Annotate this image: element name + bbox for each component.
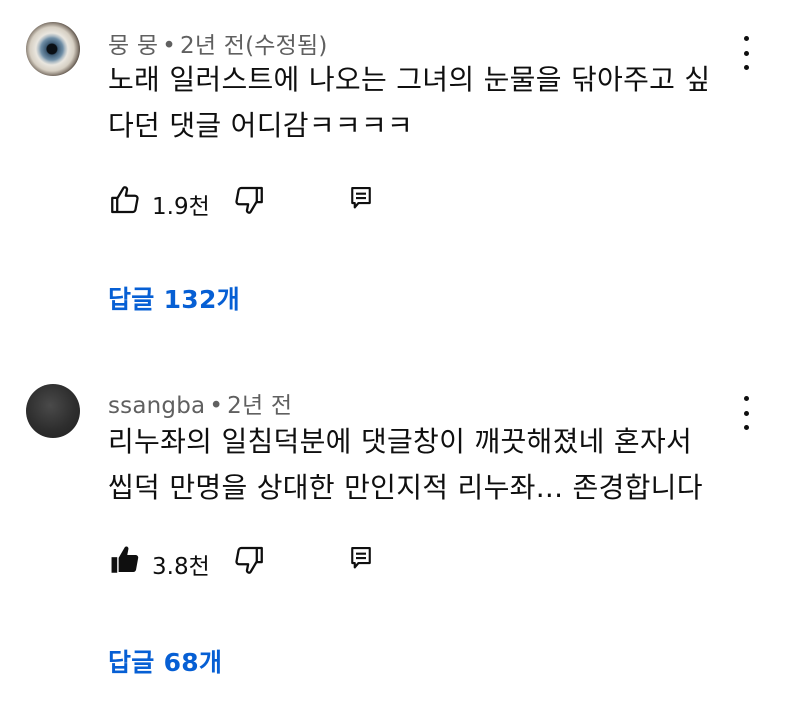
- like-count: 1.9천: [152, 194, 210, 220]
- author-name[interactable]: ssangba: [108, 393, 205, 419]
- comment-reply-icon: [351, 546, 371, 569]
- comment-text-line: 리누좌의 일침덕분에 댓글창이 깨끗해졌네 혼자서: [108, 425, 693, 458]
- comment-actions: 1.9천: [108, 183, 408, 220]
- comment-meta: 뭉 뭉 • 2년 전(수정됨): [108, 26, 328, 60]
- like-button[interactable]: [108, 543, 142, 577]
- comment-time[interactable]: 2년 전: [227, 393, 292, 419]
- thumbs-down-outline-icon: [235, 546, 263, 574]
- like-count: 3.8천: [152, 554, 210, 580]
- thumbs-up-filled-icon: [111, 546, 139, 573]
- avatar[interactable]: [26, 384, 80, 438]
- like-button[interactable]: [108, 183, 142, 217]
- dislike-button[interactable]: [232, 543, 266, 577]
- comment-text-line: 다던 댓글 어디감ㅋㅋㅋㅋ: [108, 109, 414, 142]
- view-replies-button[interactable]: 답글 68개: [108, 643, 222, 679]
- comment-text: 리누좌의 일침덕분에 댓글창이 깨끗해졌네 혼자서 씹덕 만명을 상대한 만인지…: [108, 419, 748, 511]
- comment-text-line: 노래 일러스트에 나오는 그녀의 눈물을 닦아주고 싶: [108, 63, 711, 96]
- avatar[interactable]: [26, 22, 80, 76]
- comment-time[interactable]: 2년 전(수정됨): [180, 33, 328, 59]
- view-replies-button[interactable]: 답글 132개: [108, 280, 240, 316]
- comment-text-line: 씹덕 만명을 상대한 만인지적 리누좌... 존경합니다: [108, 471, 703, 504]
- reply-button[interactable]: [346, 183, 376, 213]
- dislike-button[interactable]: [232, 183, 266, 217]
- comment-reply-icon: [351, 186, 371, 209]
- comment-text: 노래 일러스트에 나오는 그녀의 눈물을 닦아주고 싶 다던 댓글 어디감ㅋㅋㅋ…: [108, 57, 748, 149]
- reply-button[interactable]: [346, 543, 376, 573]
- thumbs-up-outline-icon: [111, 186, 139, 214]
- separator-dot: •: [162, 33, 177, 59]
- author-name[interactable]: 뭉 뭉: [108, 33, 158, 59]
- separator-dot: •: [209, 393, 224, 419]
- comment-meta: ssangba • 2년 전: [108, 386, 292, 420]
- thumbs-down-outline-icon: [235, 186, 263, 214]
- comment-actions: 3.8천: [108, 543, 408, 580]
